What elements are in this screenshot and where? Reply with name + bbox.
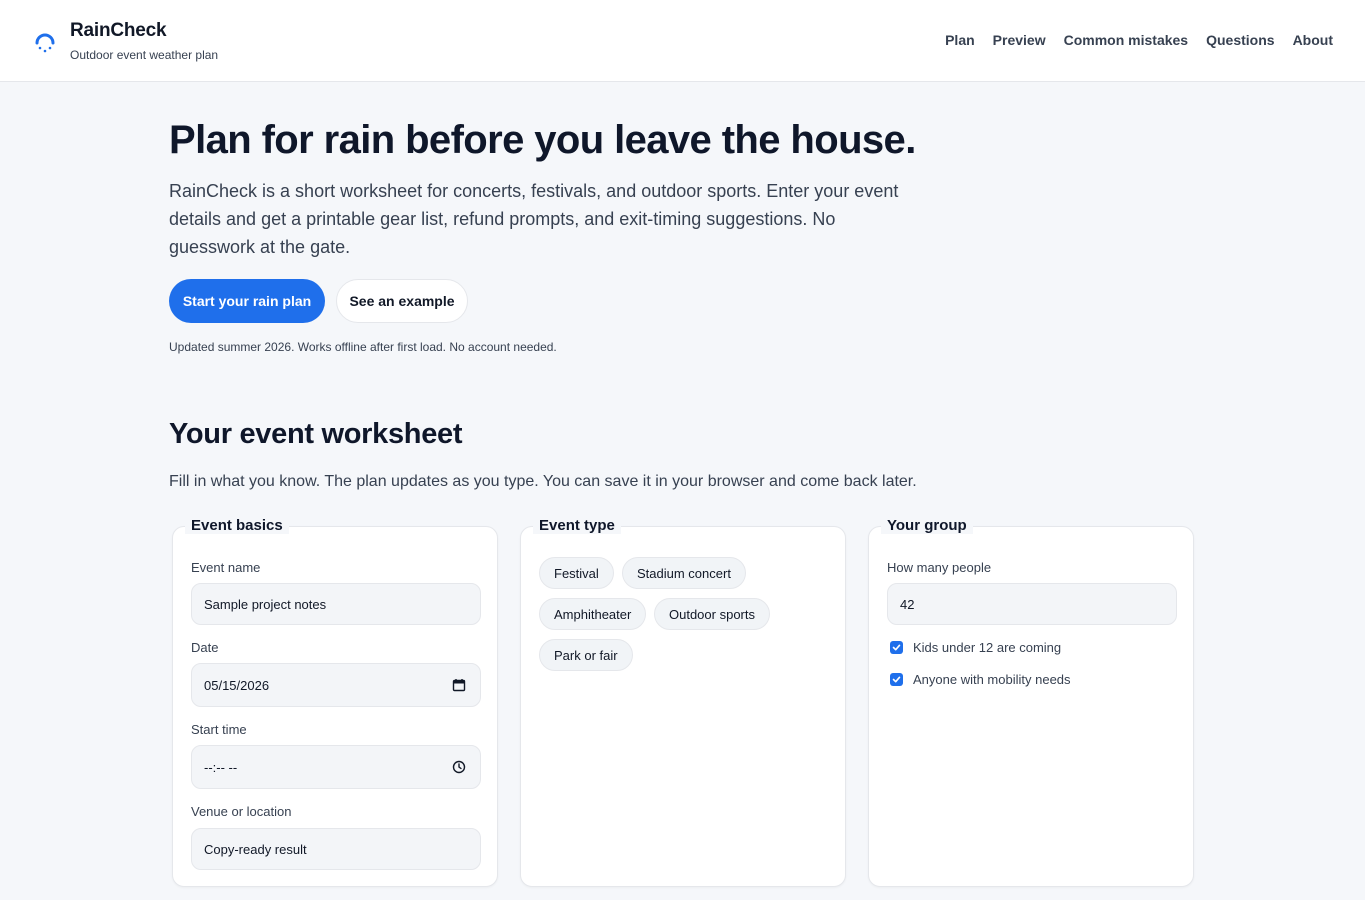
people-count-value: 42 bbox=[900, 596, 915, 612]
event-type-amphitheater[interactable]: Amphitheater bbox=[539, 598, 647, 630]
mobility-checkbox[interactable] bbox=[890, 673, 903, 686]
date-input[interactable]: 05/15/2026 bbox=[191, 663, 481, 707]
nav-questions[interactable]: Questions bbox=[1206, 32, 1274, 48]
people-count-label: How many people bbox=[887, 560, 992, 575]
worksheet-subtitle: Fill in what you know. The plan updates … bbox=[169, 473, 917, 490]
event-basics-legend: Event basics bbox=[185, 517, 289, 534]
date-label: Date bbox=[191, 640, 219, 655]
see-example-button[interactable]: See an example bbox=[336, 279, 468, 323]
start-rain-plan-button[interactable]: Start your rain plan bbox=[169, 279, 325, 323]
your-group-card: Your group How many people 42 Kids under… bbox=[868, 517, 1194, 887]
event-basics-card: Event basics Event name Sample project n… bbox=[172, 517, 498, 887]
event-type-card: Event type Festival Stadium concert Amph… bbox=[520, 517, 846, 887]
kids-checkbox[interactable] bbox=[890, 641, 903, 654]
event-type-stadium-concert[interactable]: Stadium concert bbox=[622, 557, 746, 589]
nav-common-mistakes[interactable]: Common mistakes bbox=[1064, 32, 1188, 48]
event-name-input[interactable]: Sample project notes bbox=[191, 583, 481, 625]
your-group-legend: Your group bbox=[881, 517, 973, 534]
date-value: 05/15/2026 bbox=[204, 677, 270, 693]
venue-input[interactable]: Copy-ready result bbox=[191, 828, 481, 870]
people-count-input[interactable]: 42 bbox=[887, 583, 1177, 625]
event-type-legend: Event type bbox=[533, 517, 621, 534]
kids-checkbox-label: Kids under 12 are coming bbox=[913, 640, 1062, 655]
brand-name[interactable]: RainCheck bbox=[70, 20, 167, 42]
site-header: RainCheck Outdoor event weather plan Pla… bbox=[0, 0, 1365, 82]
check-icon bbox=[892, 676, 901, 683]
umbrella-rain-icon[interactable] bbox=[34, 33, 56, 55]
main-nav: Plan Preview Common mistakes Questions A… bbox=[945, 32, 1333, 48]
venue-label: Venue or location bbox=[191, 804, 292, 819]
nav-plan[interactable]: Plan bbox=[945, 32, 975, 48]
calendar-icon[interactable] bbox=[452, 678, 466, 692]
event-type-park-or-fair[interactable]: Park or fair bbox=[539, 639, 633, 671]
kids-checkbox-row[interactable]: Kids under 12 are coming bbox=[890, 640, 1061, 655]
event-name-label: Event name bbox=[191, 560, 261, 575]
brand-tagline: Outdoor event weather plan bbox=[70, 48, 219, 62]
venue-value: Copy-ready result bbox=[204, 841, 307, 857]
hero-note: Updated summer 2026. Works offline after… bbox=[169, 340, 557, 354]
check-icon bbox=[892, 644, 901, 651]
start-time-input[interactable]: --:-- -- bbox=[191, 745, 481, 789]
nav-about[interactable]: About bbox=[1293, 32, 1333, 48]
nav-preview[interactable]: Preview bbox=[993, 32, 1046, 48]
mobility-checkbox-label: Anyone with mobility needs bbox=[913, 672, 1071, 687]
start-time-value: --:-- -- bbox=[204, 759, 238, 775]
hero-title: Plan for rain before you leave the house… bbox=[169, 118, 916, 162]
hero-lead: RainCheck is a short worksheet for conce… bbox=[169, 181, 899, 257]
start-time-label: Start time bbox=[191, 722, 247, 737]
worksheet-title: Your event worksheet bbox=[169, 418, 463, 450]
mobility-checkbox-row[interactable]: Anyone with mobility needs bbox=[890, 672, 1071, 687]
event-type-festival[interactable]: Festival bbox=[539, 557, 614, 589]
event-name-value: Sample project notes bbox=[204, 596, 327, 612]
event-type-outdoor-sports[interactable]: Outdoor sports bbox=[654, 598, 770, 630]
clock-icon[interactable] bbox=[452, 760, 466, 774]
